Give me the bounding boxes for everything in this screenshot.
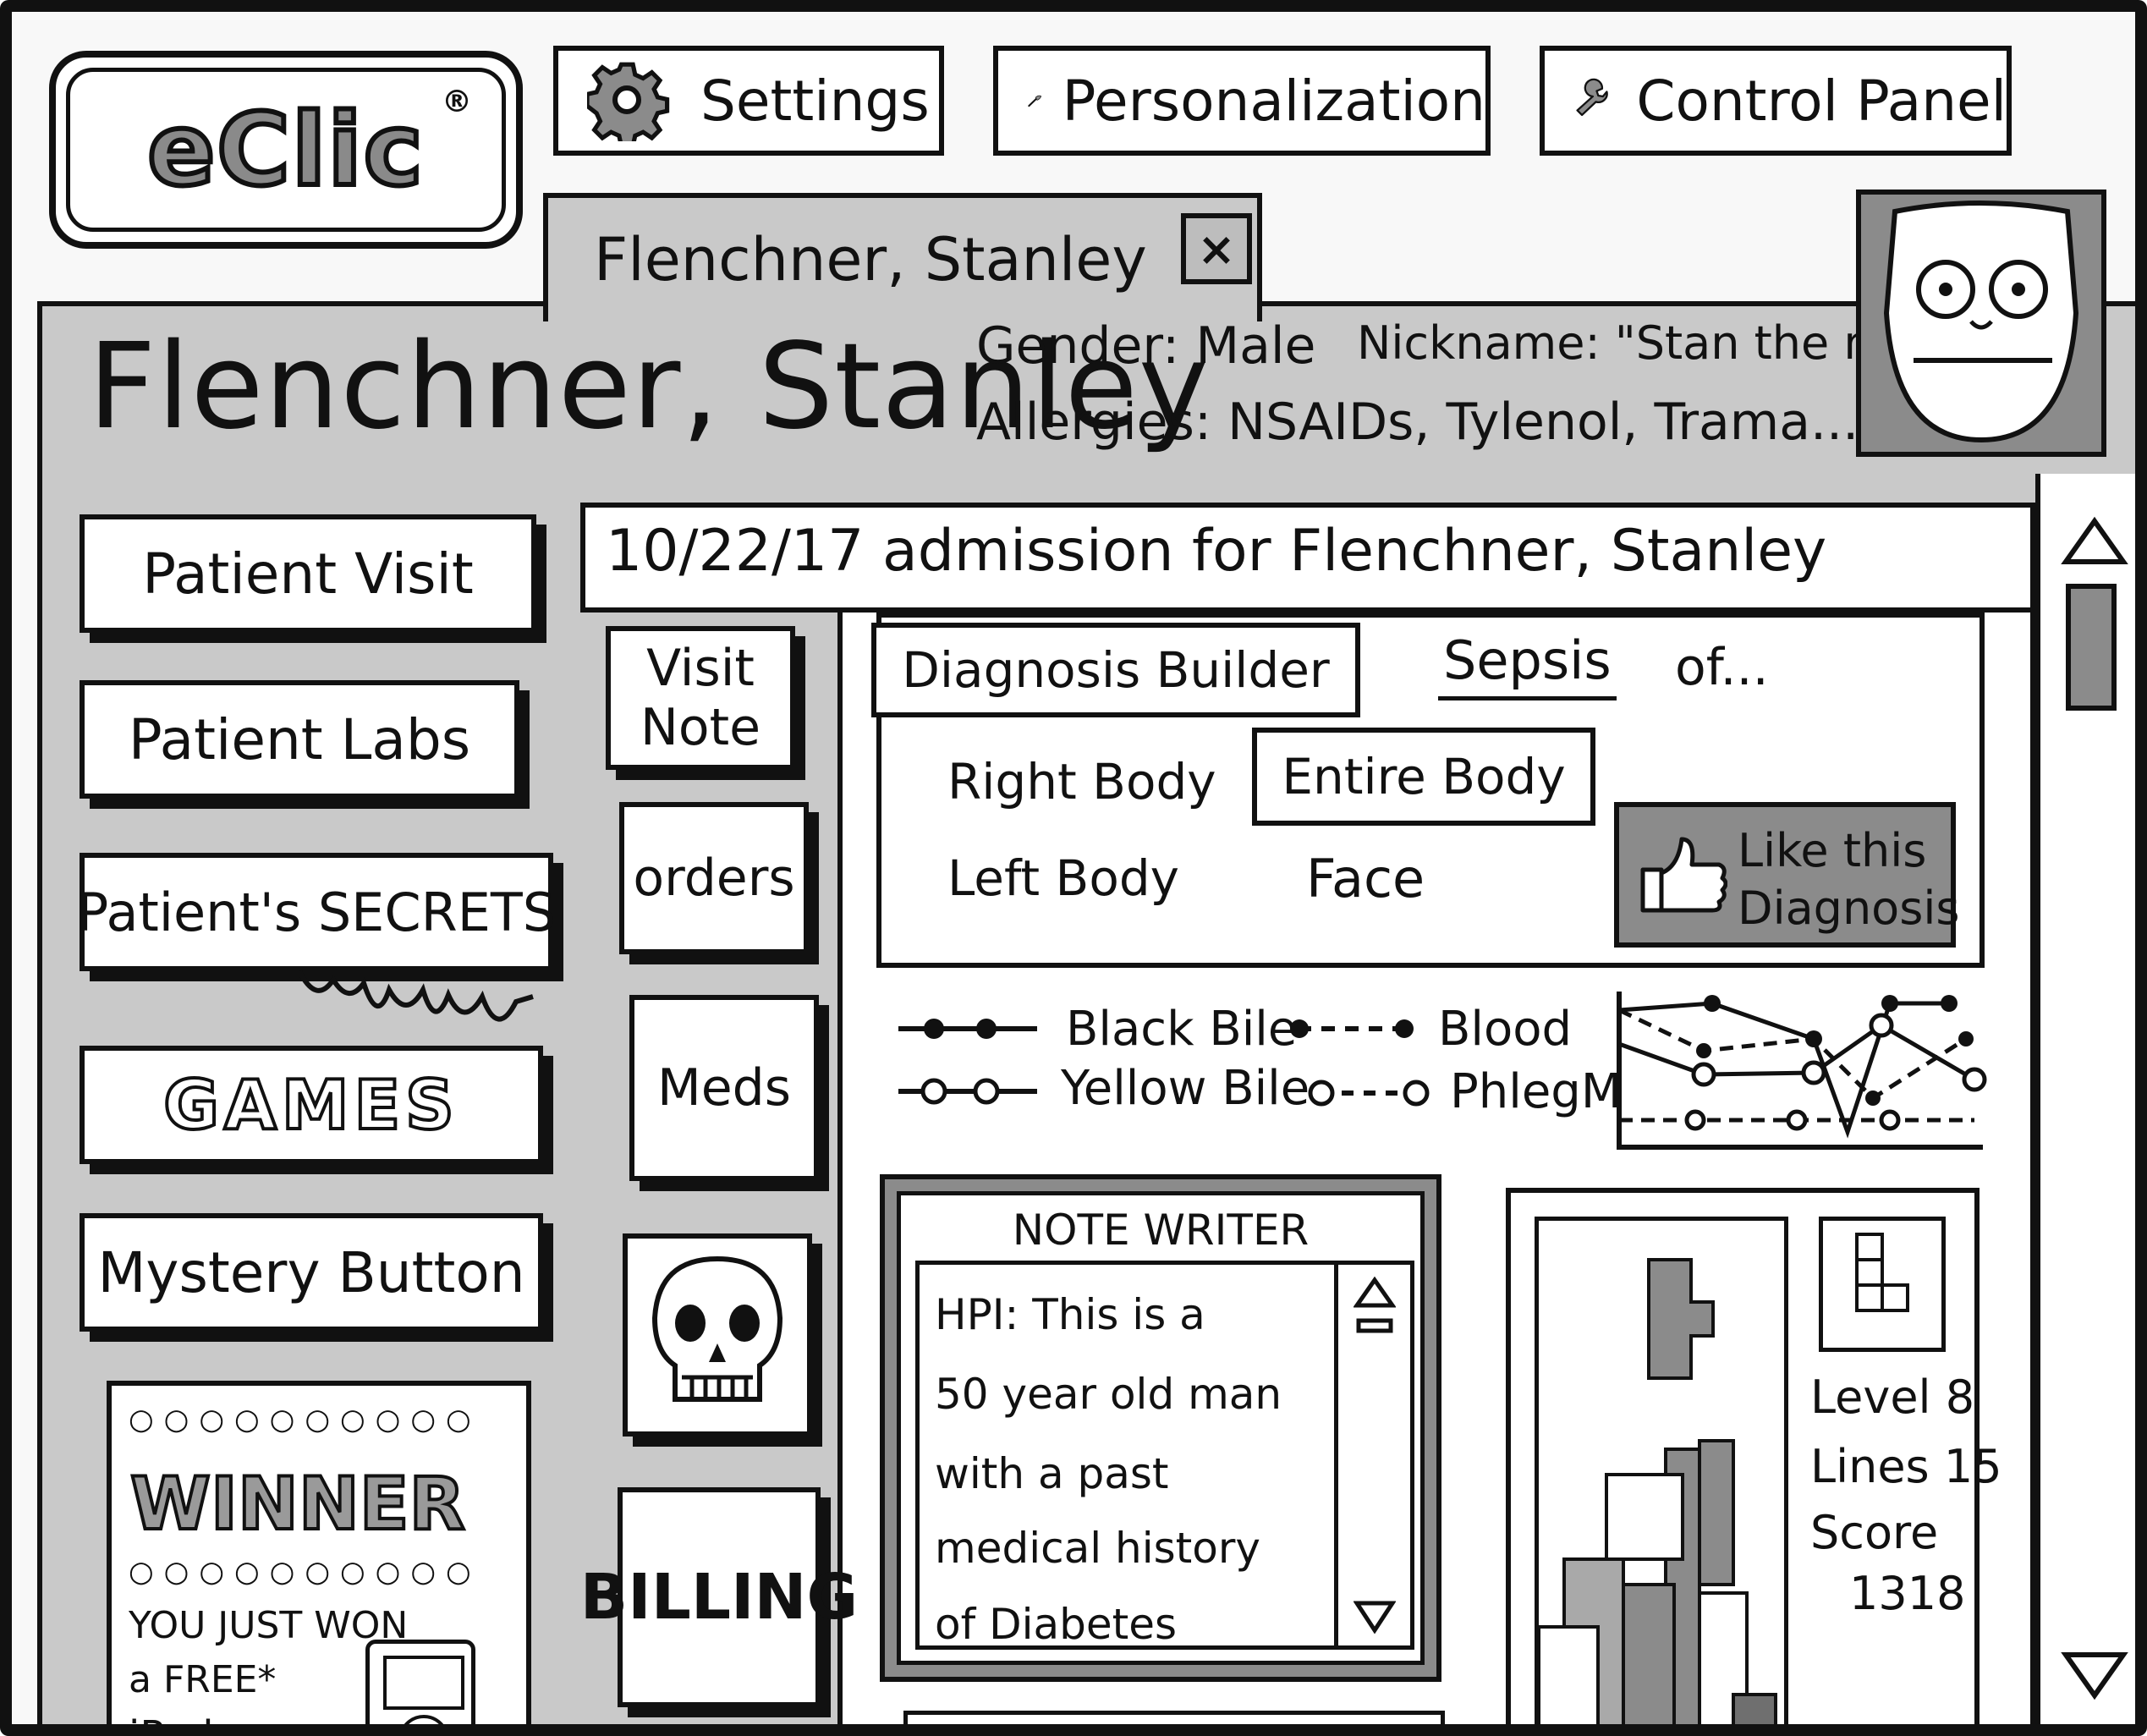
tetris-game[interactable]: Level 8 Lines 15 Score 1318 bbox=[1506, 1188, 2002, 1724]
note-line-3: with a past bbox=[935, 1449, 1169, 1498]
note-line-2: 50 year old man bbox=[935, 1370, 1282, 1419]
note-line-5: of Diabetes bbox=[935, 1600, 1178, 1649]
entire-body-label: Entire Body bbox=[1282, 748, 1566, 805]
tab-billing[interactable]: BILLING bbox=[580, 1487, 858, 1707]
logo-inner: eClic bbox=[66, 68, 506, 232]
skull-icon bbox=[651, 1255, 783, 1402]
scroll-down-icon[interactable] bbox=[2061, 1650, 2128, 1700]
admission-title: 10/22/17 admission for Flenchner, Stanle… bbox=[606, 518, 1827, 585]
eclic-logo[interactable]: eClic ® bbox=[49, 51, 523, 249]
note-scrollbar[interactable] bbox=[1338, 1261, 1414, 1650]
control-panel-button[interactable]: Control Panel bbox=[1540, 46, 2012, 156]
ipod-icon bbox=[365, 1640, 475, 1724]
close-glyph: × bbox=[1197, 222, 1236, 276]
ad-bulbs-bottom: ○○○○○○○○○○ bbox=[129, 1555, 481, 1589]
dripping-decoration bbox=[299, 970, 534, 1022]
note-writer: NOTE WRITER HPI: This is a 50 year old m… bbox=[880, 1174, 1441, 1682]
tab-death[interactable] bbox=[623, 1233, 812, 1437]
registered-mark: ® bbox=[442, 85, 472, 119]
next-piece-preview bbox=[1819, 1217, 1946, 1352]
patient-labs-label: Patient Labs bbox=[128, 706, 471, 772]
option-left-body[interactable]: Left Body bbox=[947, 849, 1179, 907]
legend-swatch-yellow-bile bbox=[898, 1078, 1037, 1105]
games-label: GAMES bbox=[162, 1064, 459, 1146]
scroll-thumb[interactable] bbox=[2066, 584, 2117, 711]
ad-bulbs-top: ○○○○○○○○○○ bbox=[129, 1403, 481, 1437]
gear-icon bbox=[587, 62, 670, 141]
wrench-icon bbox=[1576, 78, 1608, 117]
face-icon bbox=[1883, 201, 2079, 443]
visit-note-label: Visit Note bbox=[640, 639, 761, 757]
tab-patient[interactable]: Flenchner, Stanley × bbox=[543, 193, 1262, 321]
game-score-label: Score bbox=[1810, 1506, 1939, 1559]
legend-yellow-bile: Yellow Bile bbox=[1061, 1061, 1310, 1116]
note-line-1: HPI: This is a bbox=[935, 1290, 1205, 1339]
note-line-4: medical history bbox=[935, 1524, 1260, 1573]
mystery-button-label: Mystery Button bbox=[97, 1239, 525, 1305]
close-icon[interactable]: × bbox=[1181, 213, 1252, 284]
note-input-below[interactable] bbox=[903, 1711, 1445, 1724]
thumbs-up-icon bbox=[1640, 837, 1727, 913]
option-right-body[interactable]: Right Body bbox=[947, 753, 1216, 810]
patient-avatar bbox=[1856, 190, 2106, 457]
ad-line3: iPod bbox=[129, 1712, 214, 1736]
tab-visit-note[interactable]: Visit Note bbox=[606, 626, 795, 770]
patient-allergies: Allergies: NSAIDs, Tylenol, Trama.... bbox=[976, 393, 1875, 452]
legend-black-bile: Black Bile bbox=[1066, 1002, 1298, 1057]
note-scroll-down-icon[interactable] bbox=[1354, 1600, 1396, 1634]
note-scroll-up-icon[interactable] bbox=[1354, 1277, 1396, 1344]
next-piece-icon bbox=[1855, 1233, 1909, 1312]
note-writer-title: NOTE WRITER bbox=[1012, 1206, 1310, 1255]
humor-sparkline-chart bbox=[1617, 992, 1987, 1150]
personalization-button[interactable]: Personalization bbox=[993, 46, 1491, 156]
option-entire-body[interactable]: Entire Body bbox=[1252, 728, 1595, 826]
like-label-2: Diagnosis bbox=[1738, 882, 1960, 935]
main-scrollbar[interactable] bbox=[2035, 474, 2135, 1724]
like-label-1: Like this bbox=[1738, 824, 1927, 877]
diagnosis-builder-tab[interactable]: Diagnosis Builder bbox=[871, 623, 1360, 717]
tab-meds[interactable]: Meds bbox=[629, 995, 819, 1181]
billing-label: BILLING bbox=[579, 1561, 859, 1634]
game-level: Level 8 bbox=[1810, 1371, 1975, 1424]
control-panel-label: Control Panel bbox=[1636, 68, 2007, 134]
patient-secrets-label: Patient's SECRETS bbox=[76, 881, 557, 943]
logo-text: eClic bbox=[145, 89, 425, 211]
tetris-blocks bbox=[1537, 1258, 1777, 1724]
mystery-button[interactable]: Mystery Button bbox=[80, 1213, 543, 1332]
legend-phlegm: PhlegM bbox=[1450, 1064, 1623, 1119]
diagnosis-of: of... bbox=[1675, 638, 1769, 697]
patient-secrets-button[interactable]: Patient's SECRETS bbox=[76, 853, 557, 971]
personalization-label: Personalization bbox=[1062, 68, 1485, 134]
paintbrush-icon bbox=[1028, 95, 1042, 107]
games-button[interactable]: GAMES bbox=[80, 1046, 543, 1164]
game-lines: Lines 15 bbox=[1810, 1440, 2002, 1493]
app-window: eClic ® Settings Personalization Control… bbox=[0, 0, 2147, 1736]
orders-label: orders bbox=[633, 849, 795, 908]
game-score-value: 1318 bbox=[1849, 1567, 1966, 1620]
game-board[interactable] bbox=[1535, 1217, 1788, 1724]
legend-blood: Blood bbox=[1438, 1002, 1573, 1057]
tab-orders[interactable]: orders bbox=[619, 802, 809, 954]
diagnosis-value[interactable]: Sepsis bbox=[1438, 629, 1617, 700]
note-text-area[interactable]: HPI: This is a 50 year old man with a pa… bbox=[915, 1261, 1338, 1650]
patient-labs-button[interactable]: Patient Labs bbox=[80, 680, 519, 799]
settings-label: Settings bbox=[700, 68, 930, 134]
tab-label: Flenchner, Stanley bbox=[594, 225, 1147, 294]
legend-swatch-black-bile bbox=[898, 1019, 1037, 1039]
patient-gender: Gender: Male bbox=[976, 316, 1316, 376]
legend-swatch-blood bbox=[1290, 1019, 1414, 1038]
ad-line1: YOU JUST WON bbox=[129, 1604, 409, 1647]
diagnosis-builder-label: Diagnosis Builder bbox=[902, 641, 1330, 699]
ad-headline: WINNER bbox=[129, 1460, 467, 1548]
settings-button[interactable]: Settings bbox=[553, 46, 944, 156]
patient-visit-button[interactable]: Patient Visit bbox=[80, 514, 536, 633]
like-diagnosis-button[interactable]: Like this Diagnosis bbox=[1614, 802, 1960, 948]
ad-line2: a FREE* bbox=[129, 1658, 277, 1701]
scroll-up-icon[interactable] bbox=[2061, 516, 2128, 567]
meds-label: Meds bbox=[656, 1058, 792, 1118]
legend-swatch-phlegm bbox=[1308, 1080, 1430, 1107]
patient-visit-label: Patient Visit bbox=[142, 541, 474, 607]
winner-ad[interactable]: ○○○○○○○○○○ WINNER ○○○○○○○○○○ YOU JUST WO… bbox=[107, 1381, 531, 1736]
option-face[interactable]: Face bbox=[1306, 848, 1425, 909]
